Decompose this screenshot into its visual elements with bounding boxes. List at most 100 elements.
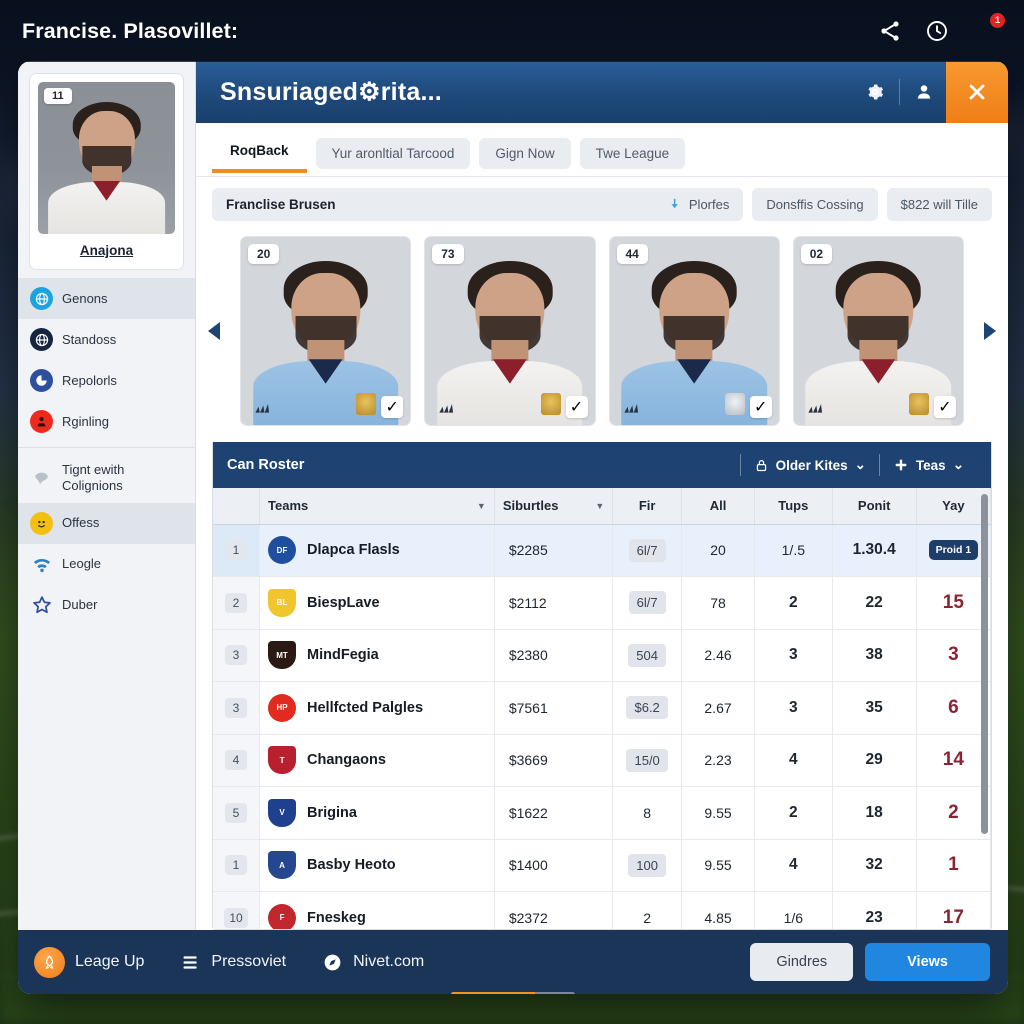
sidebar-item-repolorls[interactable]: Repolorls <box>18 360 195 401</box>
tab-roqback[interactable]: RoqBack <box>212 135 307 173</box>
column-header-label: Siburtles <box>502 498 559 514</box>
column-header-rank <box>213 488 261 525</box>
player-card[interactable]: 44 ✓ <box>608 236 780 426</box>
franchise-filter[interactable]: Franclise Brusen Plorfes <box>212 188 744 221</box>
bottom-item-nivet[interactable]: Nivet.com <box>322 952 424 973</box>
sidebar-item-offess[interactable]: Offess <box>18 502 195 544</box>
fir-value: 504 <box>628 643 666 667</box>
column-header-label: Teams <box>268 498 309 514</box>
tab-gign[interactable]: Gign Now <box>479 138 571 169</box>
team-logo-icon: A <box>268 851 297 880</box>
window-body: 11 Anajona Genons Standoss Repolorls Rginli… <box>18 61 1008 930</box>
fir-value: 100 <box>628 853 666 877</box>
add-teas-dropdown[interactable]: Teas ⌄ <box>880 457 977 473</box>
window-header: Snsuriaged⚙rita... <box>196 61 1008 123</box>
yay-value: 17 <box>942 906 964 928</box>
player-name: Anajona <box>79 243 134 258</box>
tups-cell: 4 <box>754 839 833 892</box>
table-row[interactable]: 4 T Changaons $3669 15/0 2.23 4 29 14 <box>213 734 991 787</box>
bottom-item-leage-up[interactable]: Leage Up <box>34 946 144 978</box>
franchise-filter-label: Franclise Brusen <box>226 197 336 212</box>
yay-cell: 15 <box>916 576 991 630</box>
salary-cell: $2285 <box>494 524 614 577</box>
sidebar-item-label: Offess <box>62 515 100 531</box>
player-card[interactable]: 02 ✓ <box>792 236 964 426</box>
table-row[interactable]: 3 HP Hellfcted Palgles $7561 $6.2 2.67 3 35 6 <box>213 681 991 735</box>
sidebar-item-rginling[interactable]: Rginling <box>18 401 195 442</box>
tups-cell: 4 <box>754 734 833 787</box>
sidebar-item-duber[interactable]: Duber <box>18 585 195 626</box>
older-kites-dropdown[interactable]: Older Kites ⌄ <box>741 457 879 473</box>
table-body: 1 DF Dlapca Flasls $2285 6l/7 20 1/.5 1.30.4 Pro… <box>213 524 991 929</box>
player-profile-card[interactable]: 11 Anajona <box>29 73 184 270</box>
roster-title: Can Roster <box>227 457 305 473</box>
tups-cell: 3 <box>754 629 833 682</box>
person-icon[interactable] <box>902 61 946 123</box>
sort-caret-icon[interactable]: ▼ <box>477 501 486 511</box>
all-cell: 2.67 <box>681 681 756 735</box>
avatar[interactable]: 1 <box>972 13 1005 45</box>
column-header-fir: Fir <box>612 488 682 525</box>
sort-caret-icon[interactable]: ▼ <box>595 501 604 511</box>
sidebar-item-label: Leogle <box>62 556 102 572</box>
bottom-item-pressoviet[interactable]: Pressoviet <box>180 952 286 973</box>
rank-badge: 4 <box>225 750 247 771</box>
team-logo-icon: MT <box>268 641 297 670</box>
player-portrait <box>38 82 175 234</box>
sidebar-item-genons[interactable]: Genons <box>18 278 195 319</box>
share-icon[interactable] <box>878 19 902 43</box>
gindres-button[interactable]: Gindres <box>750 943 854 981</box>
chevron-left-icon[interactable] <box>204 319 228 343</box>
team-cell: HP Hellfcted Palgles <box>259 681 495 735</box>
franchise-filter-action[interactable]: Plorfes <box>667 197 729 212</box>
table-row[interactable]: 10 F Fneskeg $2372 2 4.85 1/6 23 17 <box>213 891 991 929</box>
table-row[interactable]: 3 MT MindFegia $2380 504 2.46 3 38 3 <box>213 629 991 682</box>
team-logo-icon: HP <box>268 693 297 722</box>
top-bar: Francise. Plasovillet: 1 <box>0 0 1024 62</box>
table-row[interactable]: 1 DF Dlapca Flasls $2285 6l/7 20 1/.5 1.30.4 Pro… <box>213 524 991 577</box>
roster-table: Teams ▼ Siburtles ▼ Fir All Tups Ponit Yay 1 DF Dl… <box>213 488 991 929</box>
rank-cell: 1 <box>213 839 261 892</box>
brand-logo-icon <box>438 401 454 413</box>
rank-badge: 3 <box>225 697 247 718</box>
player-card[interactable]: 20 ✓ <box>240 236 412 426</box>
salary-cell: $2112 <box>494 576 614 630</box>
ponit-cell: 29 <box>832 734 917 787</box>
sidebar-item-standoss[interactable]: Standoss <box>18 319 195 360</box>
fir-cell: 6l/7 <box>612 576 682 630</box>
sidebar-item-label: Rginling <box>62 413 109 429</box>
views-button[interactable]: Views <box>865 943 990 981</box>
sidebar-item-tignt[interactable]: Tignt ewith Colignions <box>18 453 195 503</box>
column-header-sal[interactable]: Siburtles ▼ <box>494 488 614 525</box>
salary-cell: $2380 <box>494 629 614 682</box>
bottom-item-label: Pressoviet <box>211 953 287 970</box>
sidebar-item-leogle[interactable]: Leogle <box>18 544 195 585</box>
chevron-right-icon[interactable] <box>976 319 1000 343</box>
gear-icon[interactable] <box>853 61 897 123</box>
fir-cell: 2 <box>612 891 682 929</box>
download-icon <box>671 198 678 209</box>
yay-cell: 6 <box>916 681 991 735</box>
close-button[interactable] <box>946 61 1008 123</box>
clock-icon[interactable] <box>925 19 949 43</box>
player-card[interactable]: 73 ✓ <box>424 236 596 426</box>
team-name: BiespLave <box>307 594 380 611</box>
all-cell: 2.23 <box>681 734 756 787</box>
vertical-scrollbar[interactable] <box>981 494 988 834</box>
tab-twe[interactable]: Twe League <box>579 138 686 169</box>
chevron-down-icon: ⌄ <box>854 457 866 472</box>
ponit-cell: 1.30.4 <box>832 524 917 577</box>
table-row[interactable]: 2 BL BiespLave $2112 6l/7 78 2 22 15 <box>213 576 991 630</box>
salary-cell: $1400 <box>494 839 614 892</box>
rank-badge: 1 <box>225 540 247 561</box>
filter-chip-1[interactable]: $822 will Tille <box>886 188 992 221</box>
column-header-team[interactable]: Teams ▼ <box>259 488 495 525</box>
filter-chip-0[interactable]: Donsffis Cossing <box>752 188 878 221</box>
sidebar-nav: Genons Standoss Repolorls Rginling Tignt ewi… <box>18 276 195 626</box>
player-number: 11 <box>44 88 72 104</box>
tab-yur[interactable]: Yur aronltial Tarcood <box>315 138 471 169</box>
table-row[interactable]: 5 V Brigina $1622 8 9.55 2 18 2 <box>213 786 991 840</box>
table-row[interactable]: 1 A Basby Heoto $1400 100 9.55 4 32 1 <box>213 839 991 892</box>
plus-icon <box>895 459 907 471</box>
team-cell: F Fneskeg <box>259 891 495 929</box>
